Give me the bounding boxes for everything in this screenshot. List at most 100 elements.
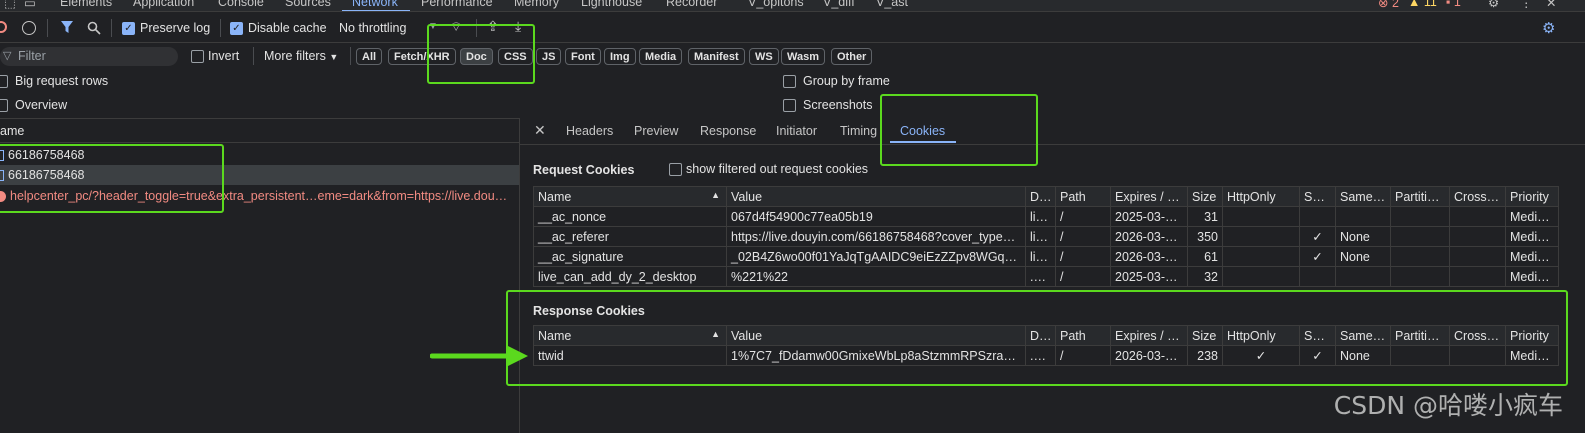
response-column-header[interactable]: Expires / … [1110,325,1188,346]
tab-v-ast[interactable]: V_ast [876,0,908,9]
preserve-log-checkbox[interactable]: ✓ [122,22,135,35]
request-column-header[interactable]: HttpOnly [1222,186,1300,207]
request-column-header[interactable]: Expires / … [1110,186,1188,207]
info-count-icon[interactable]: ▪ 1 [1446,0,1461,9]
response-column-header[interactable]: Cross … [1449,325,1506,346]
request-row-error[interactable]: helpcenter_pc/?header_toggle=true&extra_… [0,186,519,206]
overview-checkbox[interactable] [0,98,8,112]
overview-option[interactable]: Overview [0,98,67,112]
device-toggle-icon[interactable]: ▭ [24,0,36,10]
response-cookie-row[interactable]: ttwid 1%7C7_fDdamw00GmixeWbLp8aStzmmRPSzr… [533,345,1559,366]
record-icon[interactable] [0,21,7,33]
request-cookie-cell [1449,226,1506,247]
chip-other[interactable]: Other [831,48,873,65]
response-column-header[interactable]: Partiti… [1390,325,1450,346]
request-cookie-row[interactable]: __ac_referer https://live.douyin.com/6618… [533,226,1559,247]
request-column-header[interactable]: Priority [1505,186,1559,207]
tab-v-diff[interactable]: V_diff [823,0,855,9]
screenshots-label: Screenshots [803,98,873,112]
network-settings-gear-icon[interactable]: ⚙ [1542,19,1555,37]
chip-manifest[interactable]: Manifest [688,48,745,65]
tab-memory[interactable]: Memory [514,0,559,9]
throttling-select[interactable]: No throttling [339,21,406,35]
chip-font[interactable]: Font [565,48,601,65]
chip-wasm[interactable]: Wasm [781,48,825,65]
group-by-frame-option[interactable]: Group by frame [783,74,890,88]
detail-tab-initiator[interactable]: Initiator [776,124,817,138]
detail-tab-preview[interactable]: Preview [634,124,678,138]
response-column-header[interactable]: Value [726,325,1026,346]
chip-fetch-xhr[interactable]: Fetch/XHR [388,48,456,65]
request-column-header[interactable]: Se… [1299,186,1336,207]
more-menu-icon[interactable]: ⋮ [1520,0,1533,10]
request-row-selected[interactable]: 66186758468 [0,165,519,185]
request-cookie-row[interactable]: __ac_signature _02B4Z6wo00f01YaJqTgAAIDC9… [533,246,1559,267]
network-conditions-icon[interactable]: ⌔ [450,19,462,35]
chip-css[interactable]: CSS [498,48,533,65]
chip-doc[interactable]: Doc [460,48,493,65]
request-name: 66186758468 [8,148,85,162]
tab-application[interactable]: Application [133,0,194,9]
request-column-header[interactable]: Path [1055,186,1111,207]
big-request-rows-checkbox[interactable] [0,74,8,88]
tab-console[interactable]: Console [218,0,264,9]
chevron-down-icon[interactable]: ▼ [428,21,438,32]
tab-recorder[interactable]: Recorder [666,0,717,9]
screenshots-checkbox[interactable] [783,98,796,112]
response-column-header[interactable]: Priority [1505,325,1559,346]
inspect-icon[interactable]: ⬚ [4,0,16,10]
settings-gear-icon[interactable]: ⚙ [1488,0,1499,10]
response-column-header[interactable]: Size [1187,325,1223,346]
detail-tab-timing[interactable]: Timing [840,124,877,138]
request-column-header[interactable]: D… [1025,186,1056,207]
response-column-header[interactable]: Se… [1299,325,1336,346]
request-column-header[interactable]: Value [726,186,1026,207]
name-column-header[interactable]: ame [0,124,24,138]
detail-tab-response[interactable]: Response [700,124,756,138]
tab-network[interactable]: Network [352,0,398,9]
tab-performance[interactable]: Performance [421,0,493,9]
request-column-header[interactable]: Partiti… [1390,186,1450,207]
search-icon[interactable] [87,21,101,35]
response-column-header[interactable]: Path [1055,325,1111,346]
chip-js[interactable]: JS [536,48,562,65]
tab-v-opitons[interactable]: V_opitons [748,0,804,9]
tab-sources[interactable]: Sources [285,0,331,9]
invert-checkbox[interactable] [191,50,204,63]
filter-icon[interactable] [60,20,74,35]
tab-elements[interactable]: Elements [60,0,112,9]
group-by-frame-checkbox[interactable] [783,74,796,88]
request-column-header[interactable]: Same… [1335,186,1391,207]
more-filters-button[interactable]: More filters ▼ [264,49,338,63]
request-cookie-row[interactable]: __ac_nonce 067d4f54900c77ea05b19 li…/2025-… [533,206,1559,227]
show-filtered-checkbox[interactable] [669,163,682,176]
close-devtools-icon[interactable]: ✕ [1546,0,1556,10]
export-har-icon[interactable]: ⤓ [515,18,521,35]
warning-count-icon[interactable]: ▲ 11 [1408,0,1437,9]
chip-all[interactable]: All [356,48,383,65]
tab-lighthouse[interactable]: Lighthouse [581,0,642,9]
request-column-header[interactable]: Cross … [1449,186,1506,207]
error-count-icon[interactable]: ⊗ 2 [1378,0,1399,10]
screenshots-option[interactable]: Screenshots [783,98,872,112]
request-list-header[interactable]: ame [0,118,520,143]
request-cookie-row[interactable]: live_can_add_dy_2_desktop %221%22 .d…/2025… [533,266,1559,287]
request-row[interactable]: 66186758468 [0,145,519,165]
chip-img[interactable]: Img [604,48,636,65]
response-column-header[interactable]: Same… [1335,325,1391,346]
filter-input[interactable]: ▽ Filter [0,47,178,66]
request-column-header[interactable]: Size [1187,186,1223,207]
response-column-header[interactable]: HttpOnly [1222,325,1300,346]
detail-tab-headers[interactable]: Headers [566,124,613,138]
close-details-icon[interactable]: ✕ [534,122,546,139]
detail-tab-cookies[interactable]: Cookies [900,124,945,138]
big-request-rows-option[interactable]: Big request rows [0,74,108,88]
response-column-header[interactable]: Name ▲ [533,325,727,346]
import-har-icon[interactable]: ⇪ [487,18,499,35]
request-column-header[interactable]: Name ▲ [533,186,727,207]
chip-media[interactable]: Media [639,48,683,65]
response-column-header[interactable]: D… [1025,325,1056,346]
chip-ws[interactable]: WS [749,48,779,65]
clear-icon[interactable] [22,21,36,35]
disable-cache-checkbox[interactable]: ✓ [230,22,243,35]
